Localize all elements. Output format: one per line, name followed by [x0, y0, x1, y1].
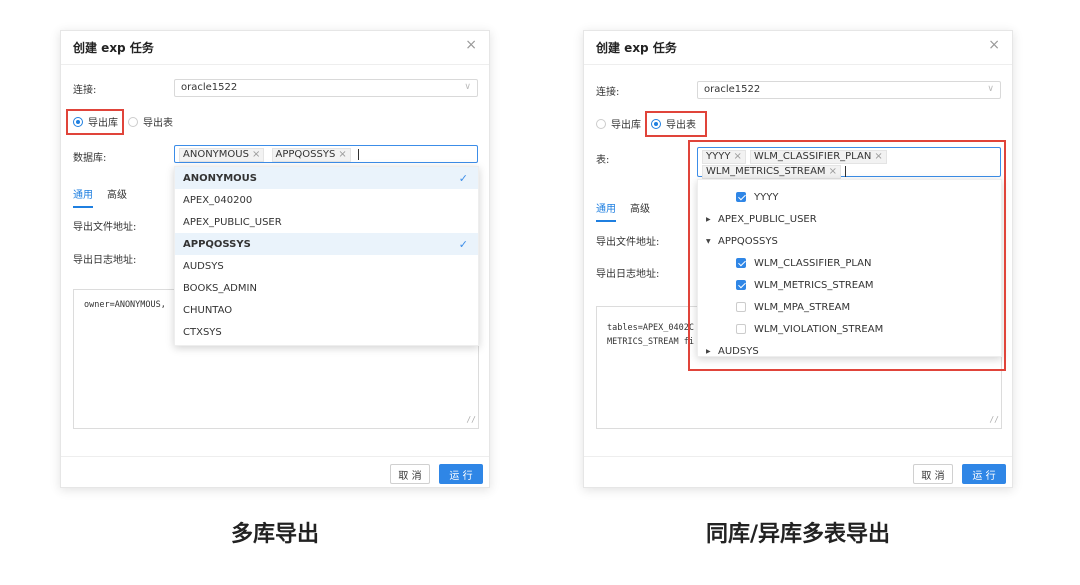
close-icon[interactable]: × [465, 37, 477, 53]
text-caret [357, 148, 359, 160]
tag-remove-icon[interactable]: × [252, 149, 260, 160]
option-label: ANONYMOUS [183, 172, 257, 184]
dropdown-option[interactable]: BOOKS_ADMIN [175, 277, 478, 299]
left-caption: 多库导出 [230, 522, 319, 547]
radio-export-db-label: 导出库 [611, 120, 641, 131]
run-button[interactable]: 运 行 [439, 464, 483, 484]
database-dropdown: ANONYMOUS ✓ APEX_040200 APEX_PUBLIC_USER … [174, 166, 479, 346]
dropdown-option[interactable]: APEX_040200 [175, 189, 478, 211]
tag-label: ANONYMOUS [183, 149, 249, 160]
right-caption: 同库/异库多表导出 [705, 522, 891, 547]
params-text: owner=ANONYMOUS, [84, 300, 166, 310]
option-label: APEX_040200 [183, 194, 253, 206]
dropdown-option[interactable]: ANONYMOUS ✓ [175, 167, 478, 189]
radio-off-icon [128, 116, 138, 127]
radio-export-table-label: 导出表 [143, 118, 173, 129]
footer-divider [584, 456, 1012, 457]
connection-select[interactable]: oracle1522 ∨ [174, 79, 478, 97]
dialog-title: 创建 exp 任务 [73, 41, 154, 55]
dropdown-option[interactable]: CTXSYS [175, 321, 478, 343]
export-file-label: 导出文件地址: [73, 222, 137, 233]
title-divider [584, 64, 1012, 65]
tab-general[interactable]: 通用 [73, 186, 93, 208]
radio-export-db[interactable]: 导出库 [596, 116, 641, 131]
radio-off-icon [596, 118, 606, 129]
tag: ANONYMOUS × [179, 148, 265, 162]
tag: APPQOSSYS × [271, 148, 351, 162]
dropdown-option[interactable]: AUDSYS [175, 255, 478, 277]
connection-label: 连接: [596, 87, 620, 98]
cancel-button[interactable]: 取 消 [913, 464, 953, 484]
dropdown-option[interactable]: APEX_PUBLIC_USER [175, 211, 478, 233]
radio-export-table[interactable]: 导出表 [128, 114, 173, 129]
run-button[interactable]: 运 行 [962, 464, 1006, 484]
dialog-title: 创建 exp 任务 [596, 41, 677, 55]
export-file-label: 导出文件地址: [596, 237, 660, 248]
option-label: CHUNTAO [183, 304, 233, 316]
resize-handle-icon[interactable]: ∕∕ [989, 413, 999, 427]
check-icon: ✓ [458, 237, 468, 251]
dropdown-option[interactable]: CHUNTAO [175, 299, 478, 321]
footer-divider [61, 456, 489, 457]
check-icon: ✓ [458, 171, 468, 185]
cancel-button[interactable]: 取 消 [390, 464, 430, 484]
connection-label: 连接: [73, 85, 97, 96]
dropdown-option[interactable]: APPQOSSYS ✓ [175, 233, 478, 255]
connection-value: oracle1522 [181, 82, 238, 93]
table-label: 表: [596, 155, 610, 166]
tab-general[interactable]: 通用 [596, 200, 616, 222]
left-dialog: 创建 exp 任务 × 连接: oracle1522 ∨ 导出库 导出表 数据库… [60, 30, 490, 488]
tabs: 通用 高级 [73, 186, 141, 208]
tabs: 通用 高级 [596, 200, 664, 222]
connection-select[interactable]: oracle1522 ∨ [697, 81, 1001, 99]
resize-handle-icon[interactable]: ∕∕ [466, 413, 476, 427]
tab-advanced[interactable]: 高级 [107, 186, 127, 208]
tag-label: APPQOSSYS [275, 149, 336, 160]
option-label: AUDSYS [183, 260, 224, 272]
highlight-box [688, 140, 1006, 371]
connection-value: oracle1522 [704, 84, 761, 95]
tag-remove-icon[interactable]: × [338, 149, 346, 160]
tab-advanced[interactable]: 高级 [630, 200, 650, 222]
title-divider [61, 64, 489, 65]
highlight-box [645, 111, 707, 137]
chevron-down-icon: ∨ [987, 84, 994, 94]
right-dialog: 创建 exp 任务 × 连接: oracle1522 ∨ 导出库 导出表 表: … [583, 30, 1013, 488]
export-log-label: 导出日志地址: [73, 255, 137, 266]
highlight-box [66, 109, 124, 135]
chevron-down-icon: ∨ [464, 82, 471, 92]
export-log-label: 导出日志地址: [596, 269, 660, 280]
option-label: CTXSYS [183, 326, 222, 338]
close-icon[interactable]: × [988, 37, 1000, 53]
option-label: BOOKS_ADMIN [183, 282, 257, 294]
option-label: APPQOSSYS [183, 238, 251, 250]
option-label: APEX_PUBLIC_USER [183, 216, 282, 228]
database-label: 数据库: [73, 153, 107, 164]
database-multiselect[interactable]: ANONYMOUS × APPQOSSYS × [174, 145, 478, 163]
